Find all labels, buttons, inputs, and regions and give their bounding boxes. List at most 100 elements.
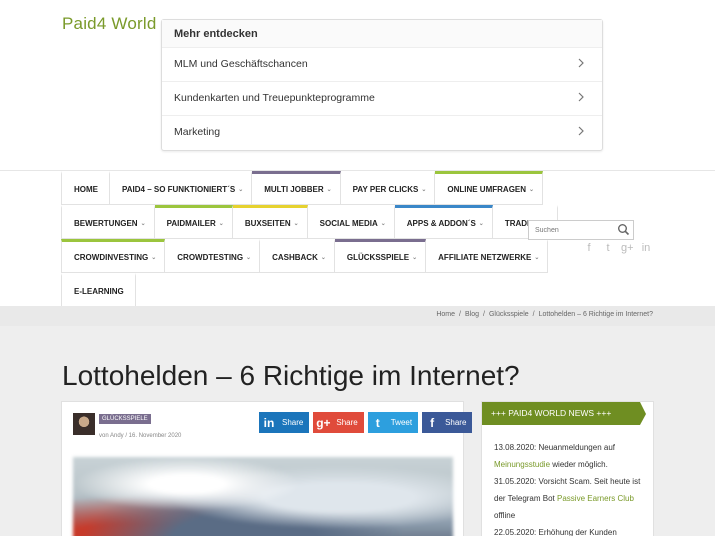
chevron-down-icon: ⌄ bbox=[380, 220, 386, 227]
search-box bbox=[528, 220, 634, 240]
nav-item-home[interactable]: HOME bbox=[61, 171, 110, 205]
nav-item-buxseiten[interactable]: BUXSEITEN ⌄ bbox=[232, 205, 308, 239]
news-link[interactable]: Passive Earners Club bbox=[557, 494, 634, 503]
nav-item-affiliate-netzwerke[interactable]: AFFILIATE NETZWERKE ⌄ bbox=[426, 239, 549, 273]
nav-label: MULTI JOBBER bbox=[264, 184, 324, 194]
nav-row: BEWERTUNGEN ⌄ PAIDMAILER ⌄ BUXSEITEN ⌄ SOCI… bbox=[61, 205, 559, 239]
news-item: 22.05.2020: Erhöhung der Kunden bbox=[494, 524, 649, 536]
nav-item-apps-addons[interactable]: APPS & ADDON´S ⌄ bbox=[394, 205, 493, 239]
chevron-right-icon bbox=[578, 92, 584, 102]
nav-item-pay-per-clicks[interactable]: PAY PER CLICKS ⌄ bbox=[340, 171, 436, 205]
chevron-down-icon: ⌄ bbox=[326, 186, 332, 193]
news-text: 13.08.2020: Neuanmeldungen auf bbox=[494, 443, 615, 452]
chevron-right-icon bbox=[578, 58, 584, 68]
nav-item-e-learning[interactable]: E-LEARNING bbox=[61, 273, 136, 307]
breadcrumb-home[interactable]: Home bbox=[436, 311, 455, 318]
discover-title: Mehr entdecken bbox=[162, 20, 602, 48]
twitter-icon: t bbox=[375, 415, 380, 430]
chevron-down-icon: ⌄ bbox=[320, 254, 326, 261]
chevron-down-icon: ⌄ bbox=[293, 220, 299, 227]
twitter-share-button[interactable]: t Tweet bbox=[367, 412, 419, 433]
nav-menu: HOME PAID4 – SO FUNKTIONIERT´S ⌄ MULTI JO… bbox=[61, 171, 559, 307]
nav-item-paid4[interactable]: PAID4 – SO FUNKTIONIERT´S ⌄ bbox=[110, 171, 253, 205]
nav-label: ONLINE UMFRAGEN bbox=[447, 184, 527, 194]
nav-item-paidmailer[interactable]: PAIDMAILER ⌄ bbox=[154, 205, 233, 239]
nav-item-crowdinvesting[interactable]: CROWDINVESTING ⌄ bbox=[61, 239, 166, 273]
google-plus-share-button[interactable]: g+ Share bbox=[313, 412, 364, 433]
nav-label: CASHBACK bbox=[272, 252, 318, 262]
search-icon[interactable] bbox=[617, 223, 630, 236]
linkedin-icon: in bbox=[263, 415, 275, 430]
google-plus-icon: g+ bbox=[316, 415, 331, 430]
nav-row: HOME PAID4 – SO FUNKTIONIERT´S ⌄ MULTI JO… bbox=[61, 171, 544, 205]
nav-row: E-LEARNING bbox=[61, 273, 526, 307]
news-text: 22.05.2020: Erhöhung der Kunden bbox=[494, 528, 617, 536]
nav-label: CROWDINVESTING bbox=[74, 252, 149, 262]
discover-item-marketing[interactable]: Marketing bbox=[162, 116, 602, 150]
breadcrumb-bar: Home / Blog / Glücksspiele / Lottohelden – 6 R… bbox=[0, 306, 715, 326]
nav-label: SOCIAL MEDIA bbox=[319, 218, 378, 228]
discover-item-label: MLM und Geschäftschancen bbox=[174, 58, 308, 70]
breadcrumb-separator: / bbox=[483, 311, 485, 318]
breadcrumb: Home / Blog / Glücksspiele / Lottohelden – 6 R… bbox=[436, 311, 653, 318]
featured-image bbox=[73, 457, 453, 536]
nav-label: AFFILIATE NETZWERKE bbox=[438, 252, 532, 262]
nav-item-bewertungen[interactable]: BEWERTUNGEN ⌄ bbox=[61, 205, 155, 239]
chevron-right-icon bbox=[578, 126, 584, 136]
chevron-down-icon: ⌄ bbox=[412, 254, 418, 261]
article-card: GLÜCKSSPIELE von Andy / 16. November 202… bbox=[61, 401, 473, 536]
nav-item-multi-jobber[interactable]: MULTI JOBBER ⌄ bbox=[252, 171, 341, 205]
breadcrumb-category[interactable]: Glücksspiele bbox=[489, 311, 529, 318]
chevron-down-icon: ⌄ bbox=[529, 186, 535, 193]
discover-item-kundenkarten[interactable]: Kundenkarten und Treuepunkteprogramme bbox=[162, 82, 602, 116]
avatar bbox=[73, 413, 95, 435]
news-widget-title: +++ PAID4 WORLD NEWS +++ bbox=[482, 402, 646, 425]
discover-item-label: Kundenkarten und Treuepunkteprogramme bbox=[174, 92, 375, 104]
nav-row: CROWDINVESTING ⌄ CROWDTESTING ⌄ CASHBACK ⌄ … bbox=[61, 239, 549, 273]
linkedin-share-button[interactable]: in Share bbox=[259, 412, 310, 433]
google-plus-icon[interactable]: g+ bbox=[621, 242, 634, 254]
share-label: Share bbox=[445, 418, 467, 427]
main-content: Lottohelden – 6 Richtige im Internet? GL… bbox=[0, 326, 715, 536]
discover-item-mlm[interactable]: MLM und Geschäftschancen bbox=[162, 48, 602, 82]
facebook-icon[interactable]: f bbox=[583, 242, 595, 254]
share-label: Share bbox=[336, 418, 358, 427]
share-label: Tweet bbox=[390, 418, 413, 427]
nav-item-crowdtesting[interactable]: CROWDTESTING ⌄ bbox=[165, 239, 261, 273]
news-item: 13.08.2020: Neuanmeldungen auf Meinungss… bbox=[494, 439, 649, 473]
chevron-down-icon: ⌄ bbox=[534, 254, 540, 261]
news-item: 31.05.2020: Vorsicht Scam. Seit heute is… bbox=[494, 473, 649, 524]
page: Paid4 World Mehr entdecken MLM und Gesch… bbox=[0, 0, 715, 536]
discover-item-label: Marketing bbox=[174, 126, 221, 138]
nav-label: PAY PER CLICKS bbox=[352, 184, 419, 194]
nav-label: E-LEARNING bbox=[74, 286, 124, 296]
site-logo[interactable]: Paid4 World bbox=[62, 14, 157, 34]
nav-label: PAID4 – SO FUNKTIONIERT´S bbox=[122, 184, 236, 194]
breadcrumb-separator: / bbox=[532, 311, 535, 318]
category-badge[interactable]: GLÜCKSSPIELE bbox=[99, 414, 151, 424]
nav-label: CROWDTESTING bbox=[177, 252, 244, 262]
nav-item-social-media[interactable]: SOCIAL MEDIA ⌄ bbox=[307, 205, 395, 239]
twitter-icon[interactable]: t bbox=[602, 242, 614, 254]
chevron-down-icon: ⌄ bbox=[218, 220, 224, 227]
share-buttons: in Share g+ Share t Tweet f Share bbox=[259, 412, 473, 433]
chevron-down-icon: ⌄ bbox=[140, 220, 146, 227]
social-links: f t g+ in bbox=[583, 242, 652, 254]
nav-label: HOME bbox=[74, 184, 98, 194]
facebook-icon: f bbox=[430, 415, 435, 430]
nav-item-online-umfragen[interactable]: ONLINE UMFRAGEN ⌄ bbox=[435, 171, 544, 205]
search-input[interactable] bbox=[529, 221, 615, 239]
breadcrumb-blog[interactable]: Blog bbox=[465, 311, 479, 318]
nav-item-cashback[interactable]: CASHBACK ⌄ bbox=[260, 239, 335, 273]
nav-item-gluecksspiele[interactable]: GLÜCKSSPIELE ⌄ bbox=[334, 239, 427, 273]
share-label: Share bbox=[282, 418, 304, 427]
facebook-share-button[interactable]: f Share bbox=[422, 412, 473, 433]
nav-label: GLÜCKSSPIELE bbox=[346, 252, 410, 262]
chevron-down-icon: ⌄ bbox=[238, 186, 244, 193]
news-link[interactable]: Meinungsstudie bbox=[494, 460, 550, 469]
article-meta: von Andy / 16. November 2020 bbox=[99, 433, 182, 439]
linkedin-icon[interactable]: in bbox=[640, 242, 652, 254]
page-title: Lottohelden – 6 Richtige im Internet? bbox=[62, 360, 520, 391]
nav-label: BEWERTUNGEN bbox=[74, 218, 138, 228]
news-list: 13.08.2020: Neuanmeldungen auf Meinungss… bbox=[494, 439, 649, 536]
